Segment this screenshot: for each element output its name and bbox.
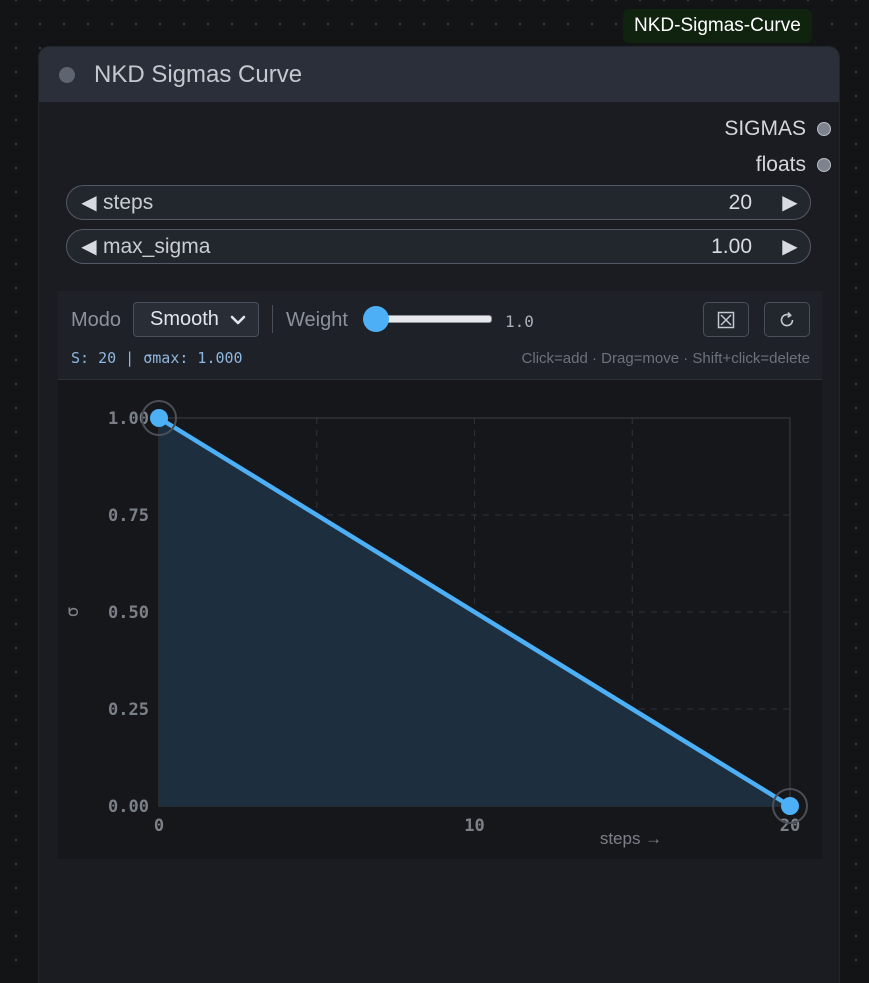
output-floats[interactable]: floats bbox=[756, 153, 831, 177]
curve-editor: Modo Smooth Weight 1.0 S: 20 | σmax: 1.0… bbox=[58, 291, 822, 859]
status-readout: S: 20 | σmax: 1.000 bbox=[71, 349, 243, 367]
max-sigma-label: max_sigma bbox=[103, 234, 211, 258]
chevron-down-icon bbox=[230, 315, 246, 325]
output-slot-icon[interactable] bbox=[817, 122, 831, 136]
toolbar-divider bbox=[272, 305, 273, 333]
curve-toolbar: Modo Smooth Weight 1.0 S: 20 | σmax: 1.0… bbox=[58, 291, 822, 380]
node-panel[interactable]: NKD Sigmas Curve SIGMAS floats ◀ steps 2… bbox=[39, 47, 839, 983]
increment-arrow-icon[interactable]: ▶ bbox=[776, 234, 804, 259]
y-tick-label: 0.25 bbox=[108, 700, 149, 720]
control-point[interactable] bbox=[150, 409, 168, 427]
steps-value[interactable]: 20 bbox=[729, 191, 752, 215]
decrement-arrow-icon[interactable]: ◀ bbox=[75, 234, 103, 259]
x-tick-label: 10 bbox=[464, 816, 484, 836]
decrement-arrow-icon[interactable]: ◀ bbox=[75, 190, 103, 215]
steps-label: steps bbox=[103, 190, 154, 214]
max-sigma-value[interactable]: 1.00 bbox=[711, 235, 752, 259]
sigma-chart-area[interactable]: 0.00 0.25 0.50 0.75 1.00 0 10 20 σ steps → bbox=[58, 380, 822, 859]
sigma-chart[interactable]: 0.000.250.500.751.000 10 20σsteps → bbox=[58, 380, 822, 859]
output-sigmas[interactable]: SIGMAS bbox=[724, 117, 831, 141]
reset-icon bbox=[780, 311, 794, 326]
control-point[interactable] bbox=[781, 797, 799, 815]
reset-button[interactable] bbox=[764, 302, 810, 337]
node-type-badge: NKD-Sigmas-Curve bbox=[623, 9, 812, 43]
y-tick-label: 0.00 bbox=[108, 797, 149, 817]
x-axis-label: steps → bbox=[600, 829, 662, 848]
weight-slider-track[interactable] bbox=[376, 315, 492, 323]
modo-select[interactable]: Smooth bbox=[133, 302, 259, 337]
node-header[interactable]: NKD Sigmas Curve bbox=[39, 47, 839, 102]
steps-widget[interactable]: ◀ steps 20 ▶ bbox=[66, 185, 811, 220]
y-tick-label: 0.50 bbox=[108, 603, 149, 623]
usage-hint: Click=add · Drag=move · Shift+click=dele… bbox=[521, 350, 810, 367]
clear-button[interactable] bbox=[703, 302, 749, 337]
node-title: NKD Sigmas Curve bbox=[94, 60, 303, 88]
max-sigma-widget[interactable]: ◀ max_sigma 1.00 ▶ bbox=[66, 229, 811, 264]
output-floats-label: floats bbox=[755, 153, 806, 176]
weight-slider-thumb[interactable] bbox=[363, 306, 389, 332]
modo-select-value: Smooth bbox=[150, 308, 219, 330]
x-tick-label: 0 bbox=[154, 816, 164, 836]
y-axis-label: σ bbox=[62, 607, 83, 618]
clear-box-icon bbox=[717, 311, 735, 328]
x-tick-label: 20 bbox=[780, 816, 800, 836]
weight-value: 1.0 bbox=[505, 312, 534, 331]
weight-label: Weight bbox=[286, 309, 348, 331]
modo-label: Modo bbox=[71, 309, 122, 331]
increment-arrow-icon[interactable]: ▶ bbox=[776, 190, 804, 215]
output-slot-icon[interactable] bbox=[817, 158, 831, 172]
y-tick-label: 0.75 bbox=[108, 506, 149, 526]
output-sigmas-label: SIGMAS bbox=[724, 117, 806, 140]
collapse-dot-icon[interactable] bbox=[59, 66, 75, 83]
